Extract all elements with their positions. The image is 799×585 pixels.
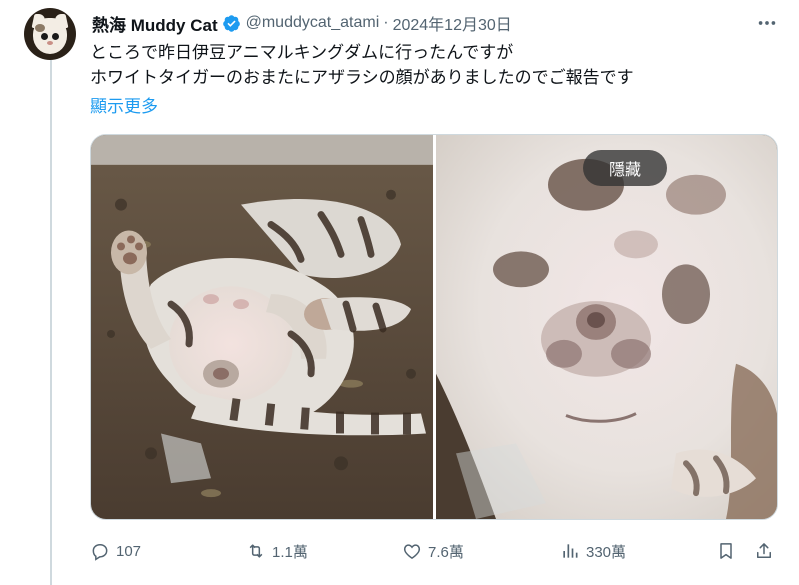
avatar-patch <box>35 24 45 32</box>
retweet-button[interactable]: 1.1萬 <box>246 538 308 564</box>
hide-media-button[interactable]: 隱藏 <box>583 150 667 186</box>
verified-badge-icon <box>222 14 241 33</box>
bookmark-icon <box>720 543 732 559</box>
avatar-eye-right <box>52 33 59 40</box>
tweet-text-line-1: ところで昨日伊豆アニマルキングダムに行ったんですが <box>90 43 514 62</box>
avatar-eye-left <box>41 33 48 40</box>
heart-icon <box>403 544 421 559</box>
media-grid <box>90 134 778 520</box>
reply-count: 107 <box>116 542 142 560</box>
views-button[interactable]: 330萬 <box>560 538 626 564</box>
tweet-text-line-2: ホワイトタイガーのおまたにアザラシの顔がありましたのでご報告です <box>90 68 634 87</box>
avatar-nose <box>47 41 53 45</box>
more-dots-icon[interactable] <box>756 12 778 34</box>
display-name[interactable]: 熱海 Muddy Cat <box>92 11 218 36</box>
reply-button[interactable]: 107 <box>90 538 141 564</box>
bar-chart-icon <box>563 544 578 558</box>
separator-dot: · <box>383 14 389 31</box>
retweet-icon <box>249 544 263 558</box>
share-icon <box>757 543 771 558</box>
photo-white-tiger-full[interactable] <box>91 135 433 519</box>
tweet-date[interactable]: 2024年12月30日 <box>393 11 512 35</box>
views-count: 330萬 <box>586 543 627 561</box>
retweet-count: 1.1萬 <box>272 543 308 561</box>
user-handle[interactable]: @muddycat_atami <box>246 14 380 32</box>
thread-line <box>50 60 52 585</box>
like-count: 7.6萬 <box>428 543 464 561</box>
tweet-text: ところで昨日伊豆アニマルキングダムに行ったんですが ホワイトタイガーのおまたにア… <box>90 40 634 90</box>
bookmark-button[interactable] <box>716 538 736 564</box>
like-button[interactable]: 7.6萬 <box>402 538 464 564</box>
avatar[interactable] <box>24 8 76 60</box>
share-button[interactable] <box>754 538 774 564</box>
photo-white-tiger-closeup[interactable] <box>436 135 777 519</box>
action-bar: 107 1.1萬 7.6萬 330萬 <box>90 538 780 564</box>
tweet-header: 熱海 Muddy Cat @muddycat_atami · 2024年12月3… <box>92 11 512 36</box>
reply-bubble-icon <box>92 544 108 561</box>
show-more-link[interactable]: 顯示更多 <box>90 92 158 117</box>
